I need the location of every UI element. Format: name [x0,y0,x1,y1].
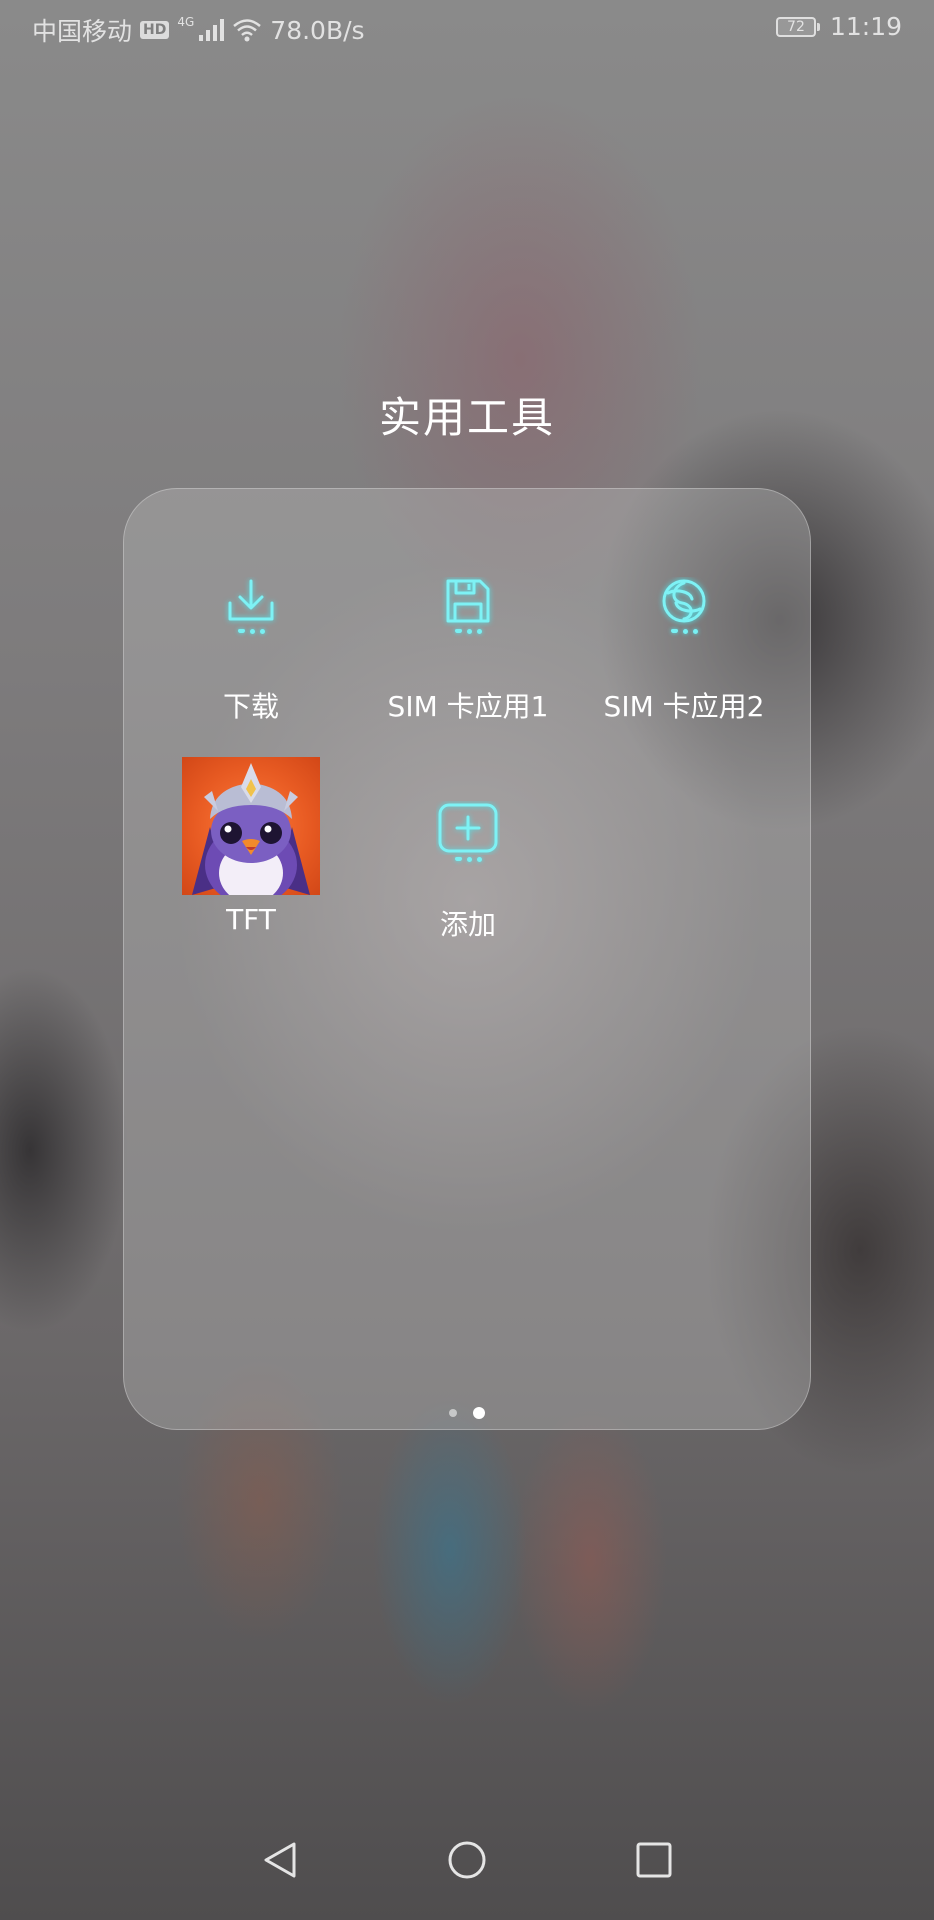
hd-badge: HD [140,21,170,39]
status-bar: 中国移动 HD 4G 78.0B/s 72 11:19 [0,0,934,56]
net-speed: 78.0B/s [270,15,365,45]
glow-dots [436,857,500,862]
wifi-icon [233,19,262,42]
folder-panel: 下载 SIM 卡应用1 SIM 卡应用2 TFT 添加 [123,488,811,1430]
home-icon[interactable] [437,1830,497,1890]
app-label: SIM 卡应用2 [603,690,765,723]
sim-card-floppy-icon [438,577,498,641]
clock: 11:19 [829,12,902,41]
app-label: TFT [226,903,276,936]
signal-icon [199,19,225,41]
app-label: SIM 卡应用1 [387,690,549,723]
download-icon [221,577,281,641]
app-add[interactable]: 添加 [368,801,568,961]
status-left: 中国移动 HD 4G 78.0B/s [32,12,365,48]
add-icon [436,801,500,865]
glow-dots [221,629,281,634]
app-sim-card-2[interactable]: SIM 卡应用2 [584,577,784,737]
app-label: 下载 [222,690,279,723]
back-icon[interactable] [250,1830,310,1890]
carrier-name: 中国移动 [32,17,133,46]
battery-level: 72 [787,18,805,35]
app-download[interactable]: 下载 [151,577,351,737]
battery-icon: 72 [775,16,820,37]
recents-icon[interactable] [624,1830,684,1890]
navigation-bar [0,1820,934,1920]
glow-dots [438,629,498,634]
sim-card-swirl-icon [654,577,714,641]
glow-dots [654,629,714,634]
page-dot-2-active[interactable] [473,1407,485,1419]
app-sim-card-1[interactable]: SIM 卡应用1 [368,577,568,737]
network-type: 4G [177,15,195,29]
status-right: 72 11:19 [775,12,902,41]
app-label: 添加 [439,908,496,941]
tft-app-icon [182,757,320,895]
page-dot-1[interactable] [449,1409,457,1417]
folder-title[interactable]: 实用工具 [0,384,934,445]
app-tft[interactable]: TFT [151,757,351,947]
page-indicator [0,1407,934,1419]
